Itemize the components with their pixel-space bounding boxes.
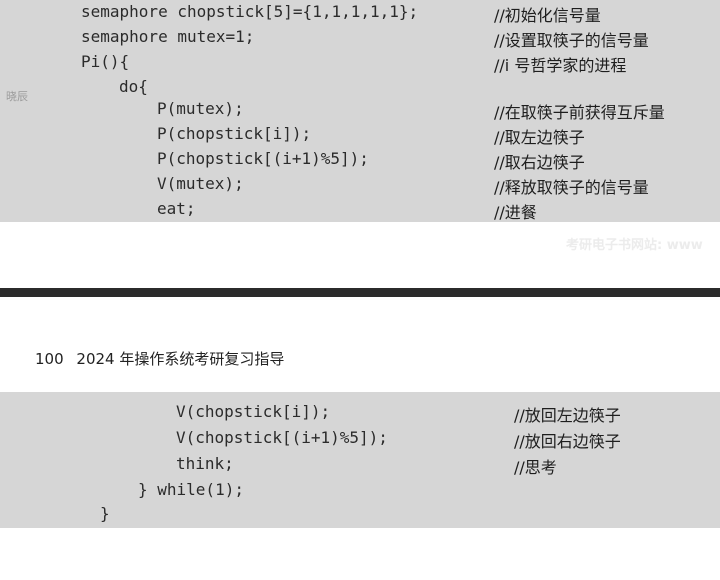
code-text: V(chopstick[i]); — [176, 402, 331, 421]
code-comment: //释放取筷子的信号量 — [494, 178, 649, 197]
code-text: V(chopstick[(i+1)%5]); — [176, 428, 388, 447]
code-comment: //取左边筷子 — [494, 128, 585, 147]
code-line: semaphore mutex=1; //设置取筷子的信号量 — [0, 27, 649, 51]
code-text: P(chopstick[(i+1)%5]); — [157, 149, 369, 168]
code-text: Pi(){ — [81, 52, 130, 71]
page-number: 100 — [35, 350, 64, 368]
code-comment: //进餐 — [494, 203, 537, 222]
code-text: semaphore chopstick[5]={1,1,1,1,1}; — [81, 2, 419, 21]
code-text: V(mutex); — [157, 174, 244, 193]
scan-mark: 晓辰 — [6, 90, 28, 103]
code-comment: //设置取筷子的信号量 — [494, 31, 649, 50]
code-line: think; //思考 — [0, 454, 557, 478]
code-comment: //i 号哲学家的进程 — [494, 56, 627, 75]
code-line: Pi(){ //i 号哲学家的进程 — [0, 52, 626, 76]
code-text: } while(1); — [138, 480, 244, 499]
code-text: eat; — [157, 199, 196, 218]
code-text: think; — [176, 454, 234, 473]
code-line: P(chopstick[i]); //取左边筷子 — [0, 124, 585, 148]
code-line: } while(1); — [0, 480, 244, 504]
code-comment: //取右边筷子 — [494, 153, 585, 172]
code-text: P(chopstick[i]); — [157, 124, 312, 143]
code-line: semaphore chopstick[5]={1,1,1,1,1}; //初始… — [0, 2, 601, 26]
code-line: V(chopstick[(i+1)%5]); //放回右边筷子 — [0, 428, 621, 452]
page-divider — [0, 288, 720, 297]
watermark: 考研电子书网站: www — [566, 238, 703, 253]
code-text: } — [100, 504, 110, 523]
code-block-top: semaphore chopstick[5]={1,1,1,1,1}; //初始… — [0, 0, 720, 222]
code-text: semaphore mutex=1; — [81, 27, 255, 46]
code-line: } — [0, 504, 110, 528]
code-comment: //思考 — [514, 458, 557, 477]
page-header: 100 2024 年操作系统考研复习指导 — [35, 348, 284, 369]
code-comment: //初始化信号量 — [494, 6, 601, 25]
code-line: P(chopstick[(i+1)%5]); //取右边筷子 — [0, 149, 585, 173]
code-text: P(mutex); — [157, 99, 244, 118]
code-line: V(chopstick[i]); //放回左边筷子 — [0, 402, 621, 426]
code-text: do{ — [119, 77, 148, 96]
code-block-bottom: V(chopstick[i]); //放回左边筷子 V(chopstick[(i… — [0, 392, 720, 528]
code-comment: //放回右边筷子 — [514, 432, 621, 451]
code-line: eat; //进餐 — [0, 199, 537, 223]
page-title: 2024 年操作系统考研复习指导 — [76, 350, 285, 368]
code-comment: //在取筷子前获得互斥量 — [494, 103, 665, 122]
code-line: V(mutex); //释放取筷子的信号量 — [0, 174, 649, 198]
code-comment: //放回左边筷子 — [514, 406, 621, 425]
